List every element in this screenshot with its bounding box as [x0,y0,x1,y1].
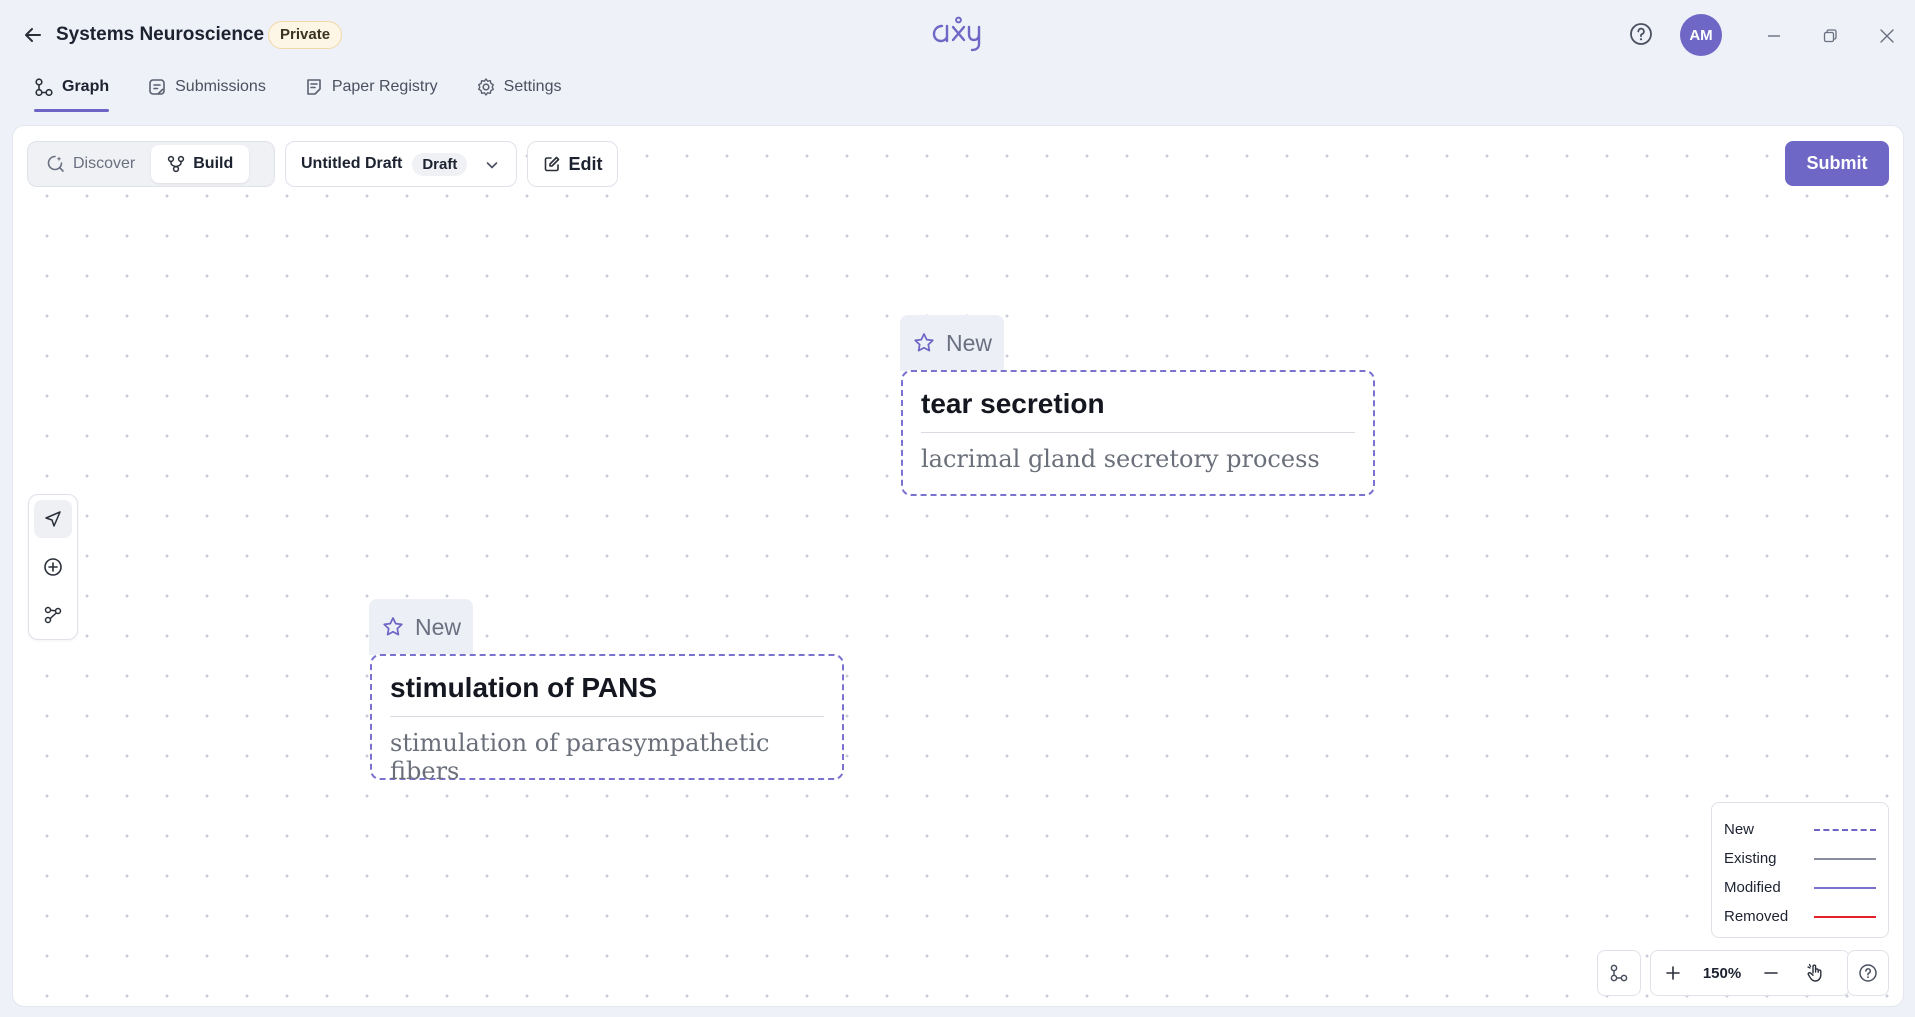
window-restore-button[interactable] [1818,24,1842,48]
legend-row-removed: Removed [1724,902,1876,931]
graph-layout-icon [1610,964,1628,982]
minimize-icon [1768,35,1780,37]
restore-icon [1823,29,1837,43]
window-close-button[interactable] [1875,24,1899,48]
connect-nodes-icon [44,606,62,624]
legend-label: Existing [1724,850,1777,867]
legend-line-dashed [1814,828,1876,831]
legend-label: New [1724,821,1755,838]
window-minimize-button[interactable] [1762,24,1786,48]
node-title: tear secretion [921,372,1355,433]
discover-icon [47,155,64,172]
connect-tool[interactable] [34,596,72,634]
avatar[interactable]: AM [1680,14,1722,56]
star-icon [383,617,403,636]
draft-status-badge: Draft [412,152,468,176]
legend-label: Modified [1724,879,1781,896]
pointer-tool[interactable] [34,500,72,538]
chevron-down-icon [486,162,498,169]
legend-row-modified: Modified [1724,873,1876,902]
add-node-tool[interactable] [34,548,72,586]
graph-canvas[interactable]: Discover Build Untitled Draft Draft Edit… [12,125,1904,1007]
back-button[interactable] [20,22,46,48]
tab-paper-registry[interactable]: Paper Registry [304,74,438,100]
node-card[interactable]: tear secretion lacrimal gland secretory … [901,370,1375,496]
mode-build-button[interactable]: Build [151,145,250,183]
mode-label: Build [193,155,234,172]
legend-row-existing: Existing [1724,844,1876,873]
tab-label: Graph [62,78,110,95]
tab-label: Paper Registry [331,78,438,95]
zoom-out-button[interactable] [1749,951,1793,995]
node-title: stimulation of PANS [390,656,824,717]
tab-bar: Graph Submissions Paper Registry Setting… [34,74,599,114]
mode-switch: Discover Build [27,141,275,187]
privacy-badge: Private [268,21,343,49]
close-icon [1880,29,1894,43]
node-card[interactable]: stimulation of PANS stimulation of paras… [370,654,844,785]
zoom-level: 150% [1702,964,1742,982]
legend-label: Removed [1724,908,1789,925]
tab-label: Submissions [175,78,266,95]
legend-line-solid [1814,915,1876,918]
build-icon [168,155,185,173]
zoom-in-button[interactable] [1651,951,1695,995]
legend-row-new: New [1724,815,1876,844]
legend-line-solid [1814,857,1876,860]
arrow-left-icon [25,28,41,42]
help-circle-icon [1630,23,1652,45]
graph-icon [35,78,53,97]
project-title: Systems Neuroscience [56,24,265,45]
plus-circle-icon [44,558,62,576]
minus-icon [1764,972,1778,974]
help-button[interactable] [1628,21,1654,47]
layout-control [1597,950,1641,996]
edit-label: Edit [568,153,603,174]
plus-icon [1666,966,1680,980]
mode-label: Discover [73,155,136,172]
node-new-tag: New [369,599,474,655]
edit-button[interactable]: Edit [527,141,618,187]
legend-line-solid [1814,886,1876,889]
tab-graph[interactable]: Graph [34,74,110,112]
tool-rail [28,494,78,640]
canvas-help-control [1847,950,1889,996]
pan-tool-button[interactable] [1793,951,1837,995]
edge-legend: New Existing Modified Removed [1711,802,1889,938]
draft-selector[interactable]: Untitled Draft Draft [285,141,517,187]
node-tag-label: New [415,613,462,640]
navigation-arrow-icon [45,511,61,527]
tab-submissions[interactable]: Submissions [147,74,266,100]
tab-settings[interactable]: Settings [476,74,562,100]
edit-icon [544,156,559,172]
gear-icon [477,78,494,96]
star-icon [914,333,934,352]
mode-discover-button[interactable]: Discover [31,145,151,183]
help-circle-icon [1859,964,1877,982]
submit-button[interactable]: Submit [1785,141,1889,186]
canvas-help-button[interactable] [1848,951,1888,995]
paper-registry-icon [307,79,321,95]
zoom-controls: 150% [1650,950,1850,996]
draft-name: Untitled Draft [301,155,403,172]
app-logo [932,16,981,52]
top-bar: Systems Neuroscience Private AM [0,0,1915,70]
node-description: stimulation of parasympathetic fibers [390,729,770,785]
submissions-icon [149,79,165,95]
node-new-tag: New [900,315,1005,371]
node-tag-label: New [946,329,993,356]
hand-pointer-icon [1807,963,1822,982]
node-description: lacrimal gland secretory process [921,445,1320,473]
tab-label: Settings [503,78,562,95]
auto-layout-button[interactable] [1598,951,1640,995]
